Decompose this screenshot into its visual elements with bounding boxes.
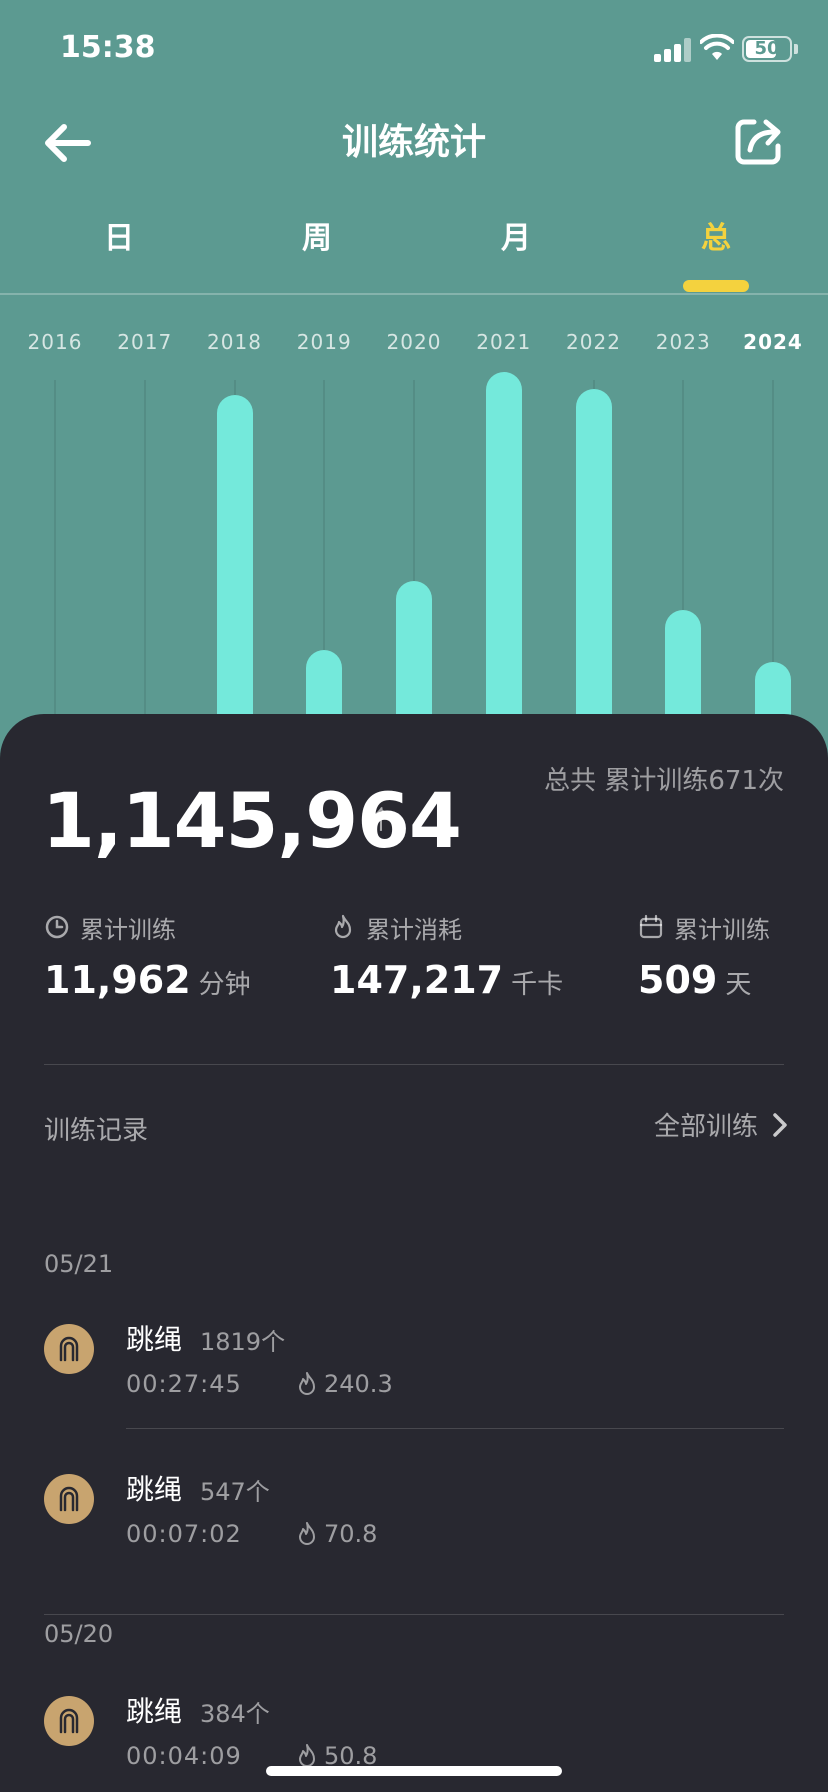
record-duration: 00:04:09: [126, 1742, 242, 1770]
stat-label: 累计消耗: [366, 915, 462, 944]
flame-icon: [299, 1522, 315, 1545]
tab-week[interactable]: 周: [267, 215, 367, 263]
chart-bar[interactable]: [665, 609, 702, 720]
all-records-link[interactable]: 全部训练: [654, 1106, 788, 1143]
record-calories: 240.3: [324, 1370, 393, 1398]
chart-gridline: [54, 380, 56, 720]
record-name: 跳绳: [126, 1323, 183, 1356]
chart-year-label[interactable]: 2021: [464, 330, 544, 354]
record-divider: [126, 1428, 784, 1429]
stat-label: 累计训练: [674, 915, 770, 944]
record-duration: 00:27:45: [126, 1370, 242, 1398]
signal-icon: [654, 38, 694, 62]
chart-bar[interactable]: [485, 371, 522, 720]
record-item[interactable]: 跳绳 547个 00:07:02 70.8: [44, 1468, 784, 1578]
chart-year-label[interactable]: 2020: [374, 330, 454, 354]
group-divider: [44, 1614, 784, 1615]
stat-value: 509: [638, 958, 718, 1002]
flame-icon: [334, 914, 352, 939]
chart-bar[interactable]: [306, 650, 343, 720]
section-divider: [44, 1064, 784, 1065]
status-time: 15:38: [60, 30, 156, 65]
yearly-bar-chart: 2016 2017 2018 2019 2020 2021 2022 2023 2024: [0, 320, 828, 720]
home-indicator: [266, 1766, 562, 1776]
jump-rope-icon: [44, 1474, 94, 1524]
battery-level: 50: [754, 38, 780, 59]
chart-bar[interactable]: [575, 389, 612, 720]
record-name: 跳绳: [126, 1695, 183, 1728]
record-date: 05/21: [44, 1250, 114, 1278]
flame-icon: [299, 1372, 315, 1395]
tab-indicator: [683, 280, 749, 292]
record-count: 384个: [200, 1700, 270, 1728]
clock-icon: [45, 915, 69, 939]
record-count: 547个: [200, 1478, 270, 1506]
tab-day[interactable]: 日: [69, 215, 169, 263]
stat-label: 累计训练: [80, 915, 176, 944]
wifi-icon: [700, 34, 734, 60]
stat-days: 累计训练 509 天: [638, 910, 770, 1002]
stat-value: 147,217: [330, 958, 504, 1002]
summary-sheet: 总共 累计训练671次 1,145,964 个 累计训练 11,962 分钟 累…: [0, 714, 828, 1792]
record-item[interactable]: 跳绳 384个 00:04:09 50.8: [44, 1690, 784, 1792]
page-title: 训练统计: [341, 122, 486, 163]
record-count: 1819个: [200, 1328, 286, 1356]
chart-year-label[interactable]: 2023: [643, 330, 723, 354]
record-calories: 70.8: [324, 1520, 378, 1548]
stat-value: 11,962: [44, 958, 191, 1002]
record-name: 跳绳: [126, 1473, 183, 1506]
stat-duration: 累计训练 11,962 分钟: [44, 910, 251, 1003]
stat-unit: 分钟: [198, 970, 251, 1000]
chart-year-label[interactable]: 2024: [733, 330, 813, 354]
chart-bar[interactable]: [755, 661, 791, 720]
tabs-divider: [0, 293, 828, 295]
record-calories-wrap: 70.8: [296, 1520, 377, 1548]
chart-year-label[interactable]: 2022: [554, 330, 634, 354]
jump-rope-icon: [44, 1324, 94, 1374]
chart-bar[interactable]: [396, 580, 432, 720]
record-item[interactable]: 跳绳 1819个 00:27:45 240.3: [44, 1318, 784, 1428]
chart-year-label[interactable]: 2018: [195, 330, 275, 354]
total-unit: 个: [368, 806, 395, 836]
tab-month[interactable]: 月: [466, 215, 566, 263]
stat-unit: 天: [725, 970, 752, 1000]
chart-year-label[interactable]: 2019: [284, 330, 364, 354]
chevron-right-icon: [773, 1112, 787, 1137]
calendar-icon: [639, 914, 663, 939]
all-records-label: 全部训练: [653, 1112, 758, 1142]
total-sessions-label: 总共 累计训练671次: [544, 766, 784, 796]
status-bar: 15:38 50: [0, 0, 828, 100]
share-icon[interactable]: [730, 114, 786, 170]
stat-calories: 累计消耗 147,217 千卡: [330, 910, 563, 1002]
battery-icon: 50: [742, 36, 792, 62]
record-duration: 00:07:02: [126, 1520, 242, 1548]
chart-bar[interactable]: [216, 394, 253, 720]
records-title: 训练记录: [44, 1116, 149, 1146]
tab-total[interactable]: 总: [666, 215, 766, 263]
record-date: 05/20: [44, 1620, 114, 1648]
chart-year-label[interactable]: 2017: [105, 330, 185, 354]
total-count: 1,145,964: [42, 776, 462, 865]
record-calories-wrap: 240.3: [296, 1370, 393, 1398]
chart-year-label[interactable]: 2016: [15, 330, 95, 354]
chart-gridline: [143, 380, 146, 720]
stat-unit: 千卡: [511, 970, 564, 1000]
jump-rope-icon: [44, 1696, 94, 1746]
